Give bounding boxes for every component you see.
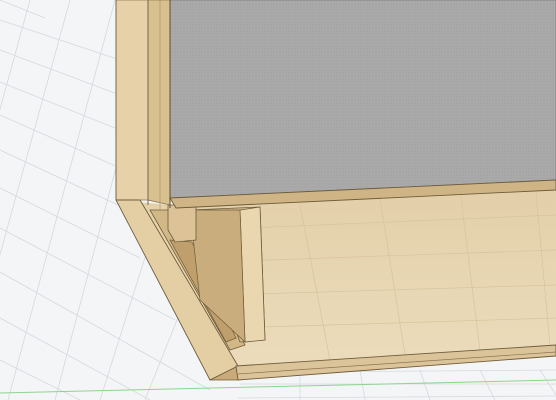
3d-viewport[interactable] [0, 0, 556, 400]
model-canvas[interactable] [0, 0, 556, 400]
gray-panel [169, 0, 556, 199]
left-upright-back [115, 0, 149, 201]
left-upright-side [147, 0, 171, 206]
panel-support-block [167, 204, 197, 243]
